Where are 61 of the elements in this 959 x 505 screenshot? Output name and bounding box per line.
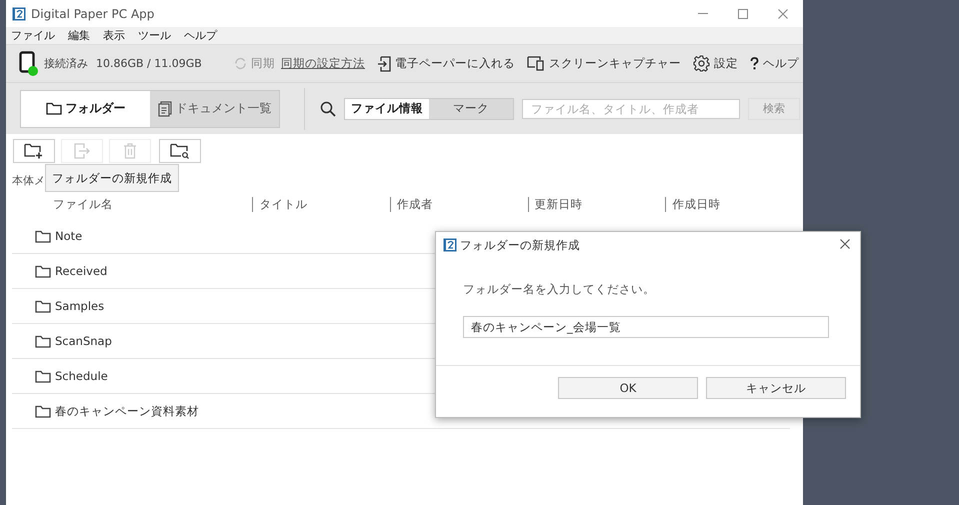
settings-button[interactable]: 設定 <box>693 55 738 72</box>
dialog-title: フォルダーの新規作成 <box>460 238 580 252</box>
view-tab[interactable]: ドキュメント一覧 <box>150 90 279 126</box>
trash-icon <box>123 143 137 159</box>
menu-item[interactable]: ツール <box>138 28 171 43</box>
folder-icon <box>35 334 51 348</box>
column-header[interactable]: タイトル <box>259 197 308 211</box>
menu-item[interactable]: 編集 <box>68 28 90 43</box>
ok-button[interactable]: OK <box>558 377 698 399</box>
breadcrumb[interactable]: 本体メ <box>12 174 45 187</box>
maximize-icon[interactable] <box>738 8 748 18</box>
folder-name[interactable]: Received <box>55 264 108 278</box>
menu-item[interactable]: ファイル <box>11 28 55 43</box>
close-icon[interactable] <box>778 8 788 18</box>
search-field[interactable]: ファイル名、タイトル、作成者 <box>522 98 740 118</box>
search-scope-tab[interactable]: マーク <box>429 98 513 118</box>
help-icon <box>750 57 759 70</box>
new-folder-icon <box>24 143 44 159</box>
column-header[interactable]: 更新日時 <box>534 197 583 211</box>
column-header[interactable]: ファイル名 <box>53 197 113 211</box>
search-scope-tab[interactable]: ファイル情報 <box>345 98 429 118</box>
folder-icon <box>46 102 62 115</box>
export-icon <box>73 143 91 159</box>
screen-capture-icon <box>527 56 545 71</box>
folder-name-field[interactable]: 春のキャンペーン_会場一覧 <box>463 316 829 338</box>
folder-name[interactable]: Samples <box>55 299 104 313</box>
folder-search-icon <box>170 143 190 159</box>
settings-icon <box>693 55 710 72</box>
app-logo-icon <box>12 6 26 20</box>
document-icon <box>158 100 172 116</box>
app-logo-icon <box>443 238 457 252</box>
storage-usage: 10.86GB / 11.09GB <box>96 57 202 70</box>
folder-icon <box>35 370 51 382</box>
folder-name[interactable]: 春のキャンペーン資料素材 <box>55 404 199 418</box>
folder-icon <box>35 264 51 278</box>
capture-button[interactable]: スクリーンキャプチャー <box>527 56 681 71</box>
help-button[interactable]: ヘルプ <box>750 56 799 71</box>
column-header[interactable]: 作成日時 <box>672 197 720 211</box>
menu-item[interactable]: ヘルプ <box>184 28 217 43</box>
folder-icon <box>35 404 51 418</box>
folder-search-button[interactable] <box>159 139 201 163</box>
cancel-button[interactable]: キャンセル <box>706 377 846 399</box>
folder-icon <box>35 300 51 312</box>
search-icon <box>320 100 336 116</box>
new-folder-button[interactable] <box>13 139 55 163</box>
folder-name[interactable]: ScanSnap <box>55 334 112 348</box>
import-icon <box>377 56 391 72</box>
tooltip: フォルダーの新規作成 <box>45 164 179 192</box>
connection-status: 接続済み <box>44 56 88 71</box>
sync-settings-link[interactable]: 同期の設定方法 <box>281 56 365 71</box>
folder-icon <box>35 230 51 242</box>
window-title: Digital Paper PC App <box>31 6 154 20</box>
import-button[interactable]: 電子ペーパーに入れる <box>377 56 515 72</box>
close-icon[interactable] <box>840 238 850 248</box>
menu-item[interactable]: 表示 <box>103 28 125 43</box>
dialog-prompt: フォルダー名を入力してください。 <box>463 282 655 296</box>
folder-name[interactable]: Schedule <box>55 369 108 383</box>
column-header[interactable]: 作成者 <box>397 197 434 211</box>
view-tab[interactable]: フォルダー <box>21 90 150 126</box>
sync-icon <box>234 57 247 70</box>
folder-name[interactable]: Note <box>55 229 82 243</box>
